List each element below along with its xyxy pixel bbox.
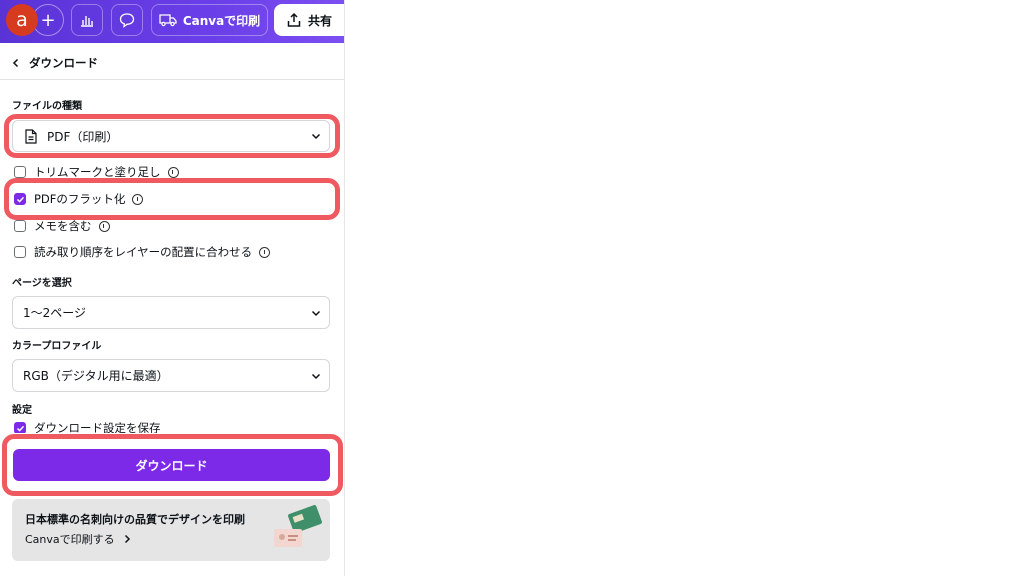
business-card-illustration [274,505,322,547]
chevron-down-icon [303,307,329,319]
promo-link-label: Canvaで印刷する [25,533,115,546]
truck-icon [159,14,177,27]
chevron-down-icon [303,370,329,382]
canva-print-label: Canvaで印刷 [182,13,261,28]
page-select-heading: ページを選択 [12,278,72,289]
page-select-value: 1〜2ページ [23,306,87,320]
back-button[interactable]: ダウンロード [10,54,120,72]
avatar-letter: a [16,9,28,31]
chevron-left-icon [12,58,19,68]
editor-top-bar: + a Canvaで印刷 共有 [0,0,344,43]
page-select[interactable]: 1〜2ページ [12,296,330,329]
promo-link[interactable]: Canvaで印刷する [25,531,133,547]
include-notes-checkbox[interactable] [14,220,26,232]
share-upload-icon [287,12,301,27]
download-panel: + a Canvaで印刷 共有 ダウンロード ファイルの種類 PDF（印刷） ト… [0,0,345,576]
plus-icon: + [40,9,56,31]
settings-heading: 設定 [12,405,32,416]
insights-button[interactable] [71,4,103,36]
info-icon[interactable] [259,246,271,258]
comment-icon [119,13,135,28]
color-profile-value: RGB（デジタル用に最適） [23,369,169,383]
option-reading-order[interactable]: 読み取り順序をレイヤーの配置に合わせる [14,243,271,261]
share-label: 共有 [307,13,332,28]
header-divider [0,79,344,80]
file-type-heading: ファイルの種類 [12,101,82,112]
info-icon[interactable] [167,166,179,178]
file-type-highlight [4,114,340,158]
print-promo-card[interactable]: 日本標準の名刺向けの品質でデザインを印刷 Canvaで印刷する [12,499,330,561]
promo-title: 日本標準の名刺向けの品質でデザインを印刷 [25,513,245,526]
comment-button[interactable] [111,4,143,36]
chevron-right-icon [124,534,130,544]
include-notes-label: メモを含む [34,219,92,233]
avatar[interactable]: a [6,4,38,36]
reading-order-label: 読み取り順序をレイヤーの配置に合わせる [34,245,253,259]
canva-print-button[interactable]: Canvaで印刷 [151,4,268,36]
flatten-pdf-highlight [4,178,340,220]
color-profile-select[interactable]: RGB（デジタル用に最適） [12,359,330,392]
reading-order-checkbox[interactable] [14,246,26,258]
checkmark-icon [16,425,24,432]
bar-chart-icon [81,16,93,27]
download-button-highlight [2,434,343,496]
info-icon[interactable] [98,220,110,232]
share-button[interactable]: 共有 [274,4,344,36]
option-include-notes[interactable]: メモを含む [14,217,110,235]
color-profile-heading: カラープロファイル [12,341,102,352]
trim-marks-checkbox[interactable] [14,166,26,178]
panel-title: ダウンロード [29,56,98,70]
